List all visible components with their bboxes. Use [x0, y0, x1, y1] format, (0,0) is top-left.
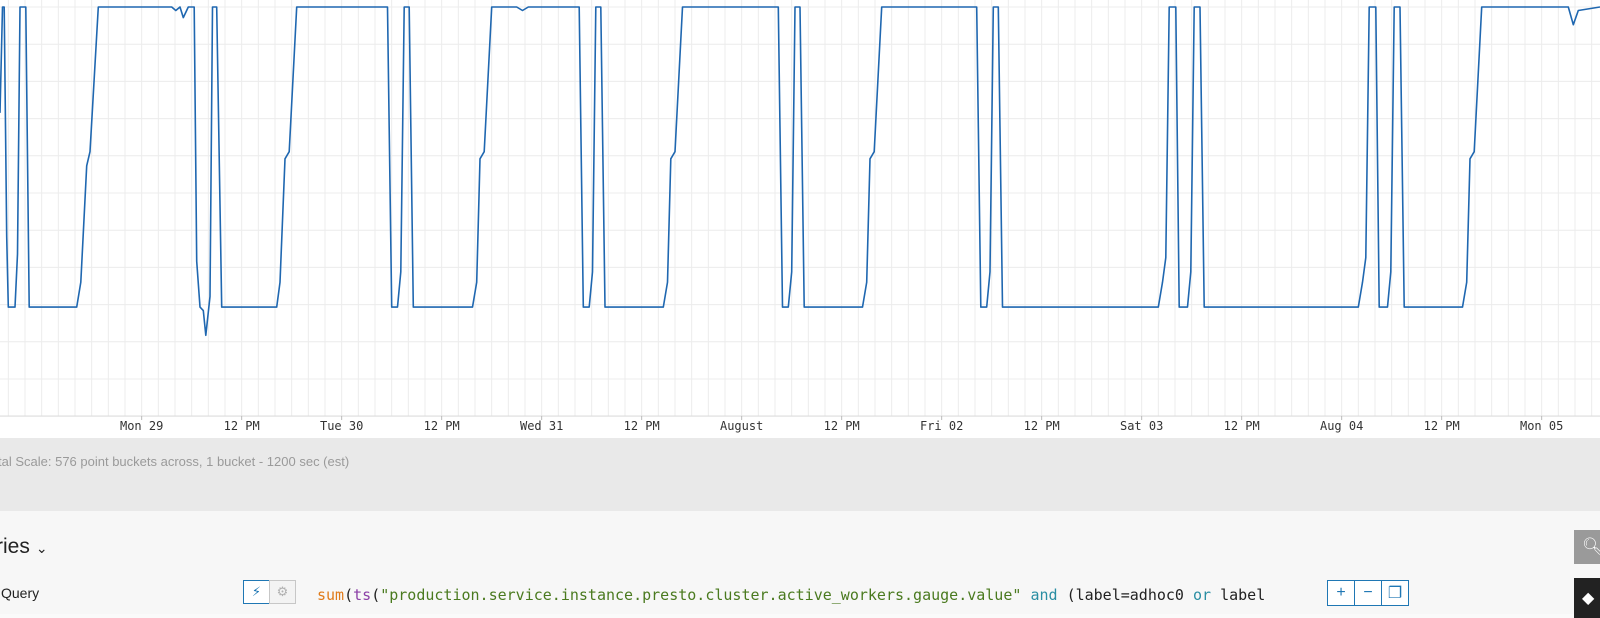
chevron-down-icon[interactable]: ⌄	[36, 540, 48, 557]
x-axis-ticks: Mon 29 12 PM Tue 30 12 PM Wed 31 12 PM August 1…	[120, 416, 1563, 433]
query-and: and	[1030, 586, 1058, 604]
query-action-buttons: + − ❐	[1327, 580, 1409, 606]
query-mode-buttons: ⚡︎ ⚙︎	[243, 580, 296, 604]
copy-icon[interactable]: ❐	[1381, 580, 1409, 606]
series-heading[interactable]: ries ⌄	[0, 535, 48, 559]
x-tick-label: Mon 29	[120, 419, 163, 433]
query-or: or	[1193, 586, 1212, 604]
add-query-button[interactable]: +	[1327, 580, 1355, 606]
query-label-a: (label=adhoc0	[1066, 586, 1184, 604]
lightning-icon[interactable]: ⚡︎	[243, 580, 270, 604]
x-tick-label: Fri 02	[920, 419, 963, 433]
query-label: Query	[1, 585, 40, 601]
x-tick-label: Aug 04	[1320, 419, 1363, 433]
x-tick-label: 12 PM	[1424, 419, 1460, 433]
x-tick-label: 12 PM	[424, 419, 460, 433]
search-icon[interactable]: 🔍︎	[1574, 530, 1600, 564]
scale-bar: tal Scale: 576 point buckets across, 1 b…	[0, 438, 1600, 511]
scale-info-text: tal Scale: 576 point buckets across, 1 b…	[0, 454, 350, 469]
series-heading-label: ries	[0, 535, 30, 558]
x-tick-label: Wed 31	[520, 419, 563, 433]
x-tick-label: August	[720, 419, 763, 433]
x-tick-label: 12 PM	[624, 419, 660, 433]
x-tick-label: 12 PM	[1024, 419, 1060, 433]
query-ts: ts	[353, 586, 372, 604]
x-tick-label: Mon 05	[1520, 419, 1563, 433]
query-editor[interactable]: sum(ts("production.service.instance.pres…	[317, 586, 1265, 604]
x-tick-label: Sat 03	[1120, 419, 1163, 433]
remove-query-button[interactable]: −	[1354, 580, 1382, 606]
series-line-0[interactable]	[0, 6, 1600, 337]
chart-area[interactable]: Mon 29 12 PM Tue 30 12 PM Wed 31 12 PM August 1…	[0, 0, 1600, 438]
x-tick-label: 12 PM	[824, 419, 860, 433]
query-function: sum	[317, 586, 345, 604]
query-label-b: label	[1220, 586, 1266, 604]
gear-icon[interactable]: ⚙︎	[269, 580, 296, 604]
x-tick-label: Tue 30	[320, 419, 363, 433]
query-metric: "production.service.instance.presto.clus…	[380, 586, 1022, 604]
time-series-chart[interactable]: Mon 29 12 PM Tue 30 12 PM Wed 31 12 PM August 1…	[0, 0, 1600, 438]
x-tick-label: 12 PM	[224, 419, 260, 433]
side-tool-button[interactable]: ◆	[1574, 578, 1600, 618]
series-panel: ries ⌄ Query ⚡︎ ⚙︎ sum(ts("production.se…	[0, 511, 1600, 614]
x-tick-label: 12 PM	[1224, 419, 1260, 433]
series-layer[interactable]	[0, 6, 1600, 337]
